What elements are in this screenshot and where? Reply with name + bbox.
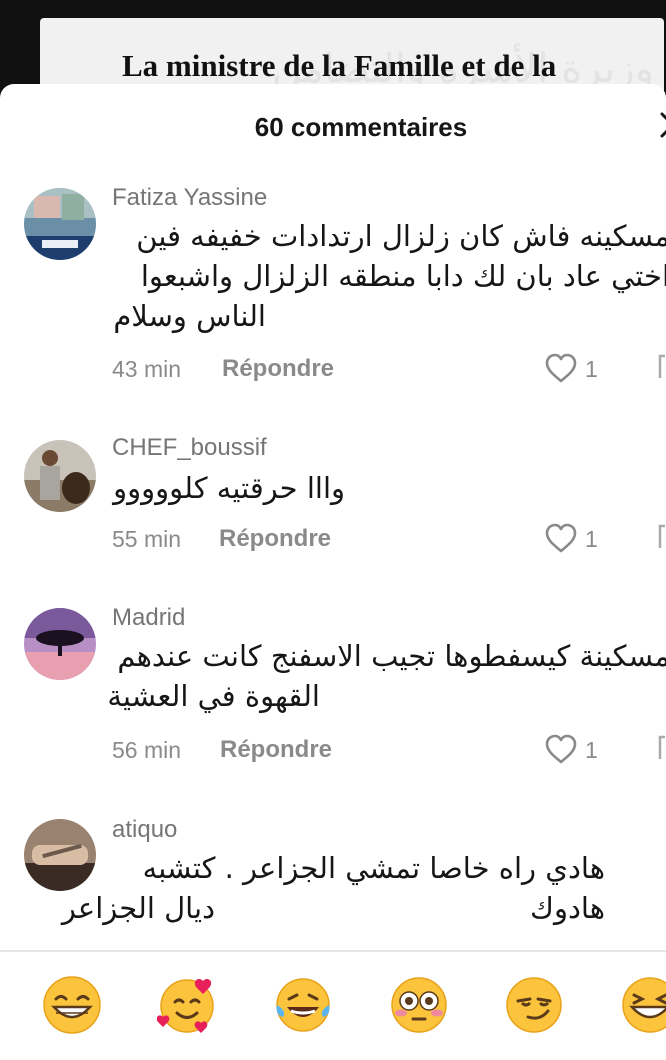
heart-icon (545, 734, 577, 764)
video-caption: La ministre de la Famille et de la (122, 48, 557, 83)
comment-username[interactable]: CHEF_boussif (112, 434, 267, 462)
like-button[interactable] (544, 352, 578, 384)
like-button[interactable] (544, 522, 578, 554)
comment-text-line: القهوة في العشية (107, 679, 320, 713)
close-icon (660, 112, 666, 138)
comment-time: 55 min (112, 526, 182, 552)
smirking-face-icon[interactable] (504, 975, 564, 1035)
grinning-squint-icon[interactable] (620, 975, 666, 1035)
tears-of-joy-icon[interactable] (273, 975, 333, 1035)
comment-time: 43 min (112, 356, 182, 382)
like-button[interactable] (544, 733, 578, 765)
comment-text-line: الناس وسلام (113, 299, 266, 333)
emoji-bar (0, 952, 666, 1060)
comment-text-line: مسكينه فاش كان زلزال ارتدادات خفيفه فين (136, 219, 666, 253)
comment-text-line: اختي عاد بان لك دابا منطقه الزلزال واشبع… (140, 259, 666, 293)
more-icon[interactable] (656, 733, 666, 763)
comments-count-title: 60 commentaires (254, 112, 468, 142)
comment-username[interactable]: atiquo (112, 816, 177, 844)
reply-button[interactable]: Répondre (219, 525, 331, 553)
close-button[interactable] (658, 110, 666, 140)
heart-icon (545, 523, 577, 553)
like-count: 1 (585, 356, 598, 382)
comment-username[interactable]: Madrid (112, 604, 185, 632)
comment-text-line: مسكينة كيسفطوها تجيب الاسفنج كانت عندهم (117, 639, 666, 673)
smiling-face-with-hearts-icon[interactable] (156, 975, 217, 1035)
grinning-face-icon[interactable] (42, 975, 102, 1035)
reply-button[interactable]: Répondre (222, 355, 334, 383)
comments-sheet: 60 commentaires Fatiza Yassine مسكينه فا… (0, 84, 666, 1060)
comment-text-line: وااا حرقتيه كلووووو (113, 471, 345, 505)
like-count: 1 (585, 737, 598, 763)
comment-time: 56 min (112, 737, 182, 763)
like-count: 1 (585, 526, 598, 552)
flushed-face-icon[interactable] (389, 975, 449, 1035)
comment-username[interactable]: Fatiza Yassine (112, 184, 267, 212)
more-icon[interactable] (656, 522, 666, 552)
heart-icon (545, 353, 577, 383)
reply-button[interactable]: Répondre (220, 736, 332, 764)
more-icon[interactable] (656, 352, 666, 382)
comment-text-line: ديال الجزاعر (61, 891, 215, 925)
